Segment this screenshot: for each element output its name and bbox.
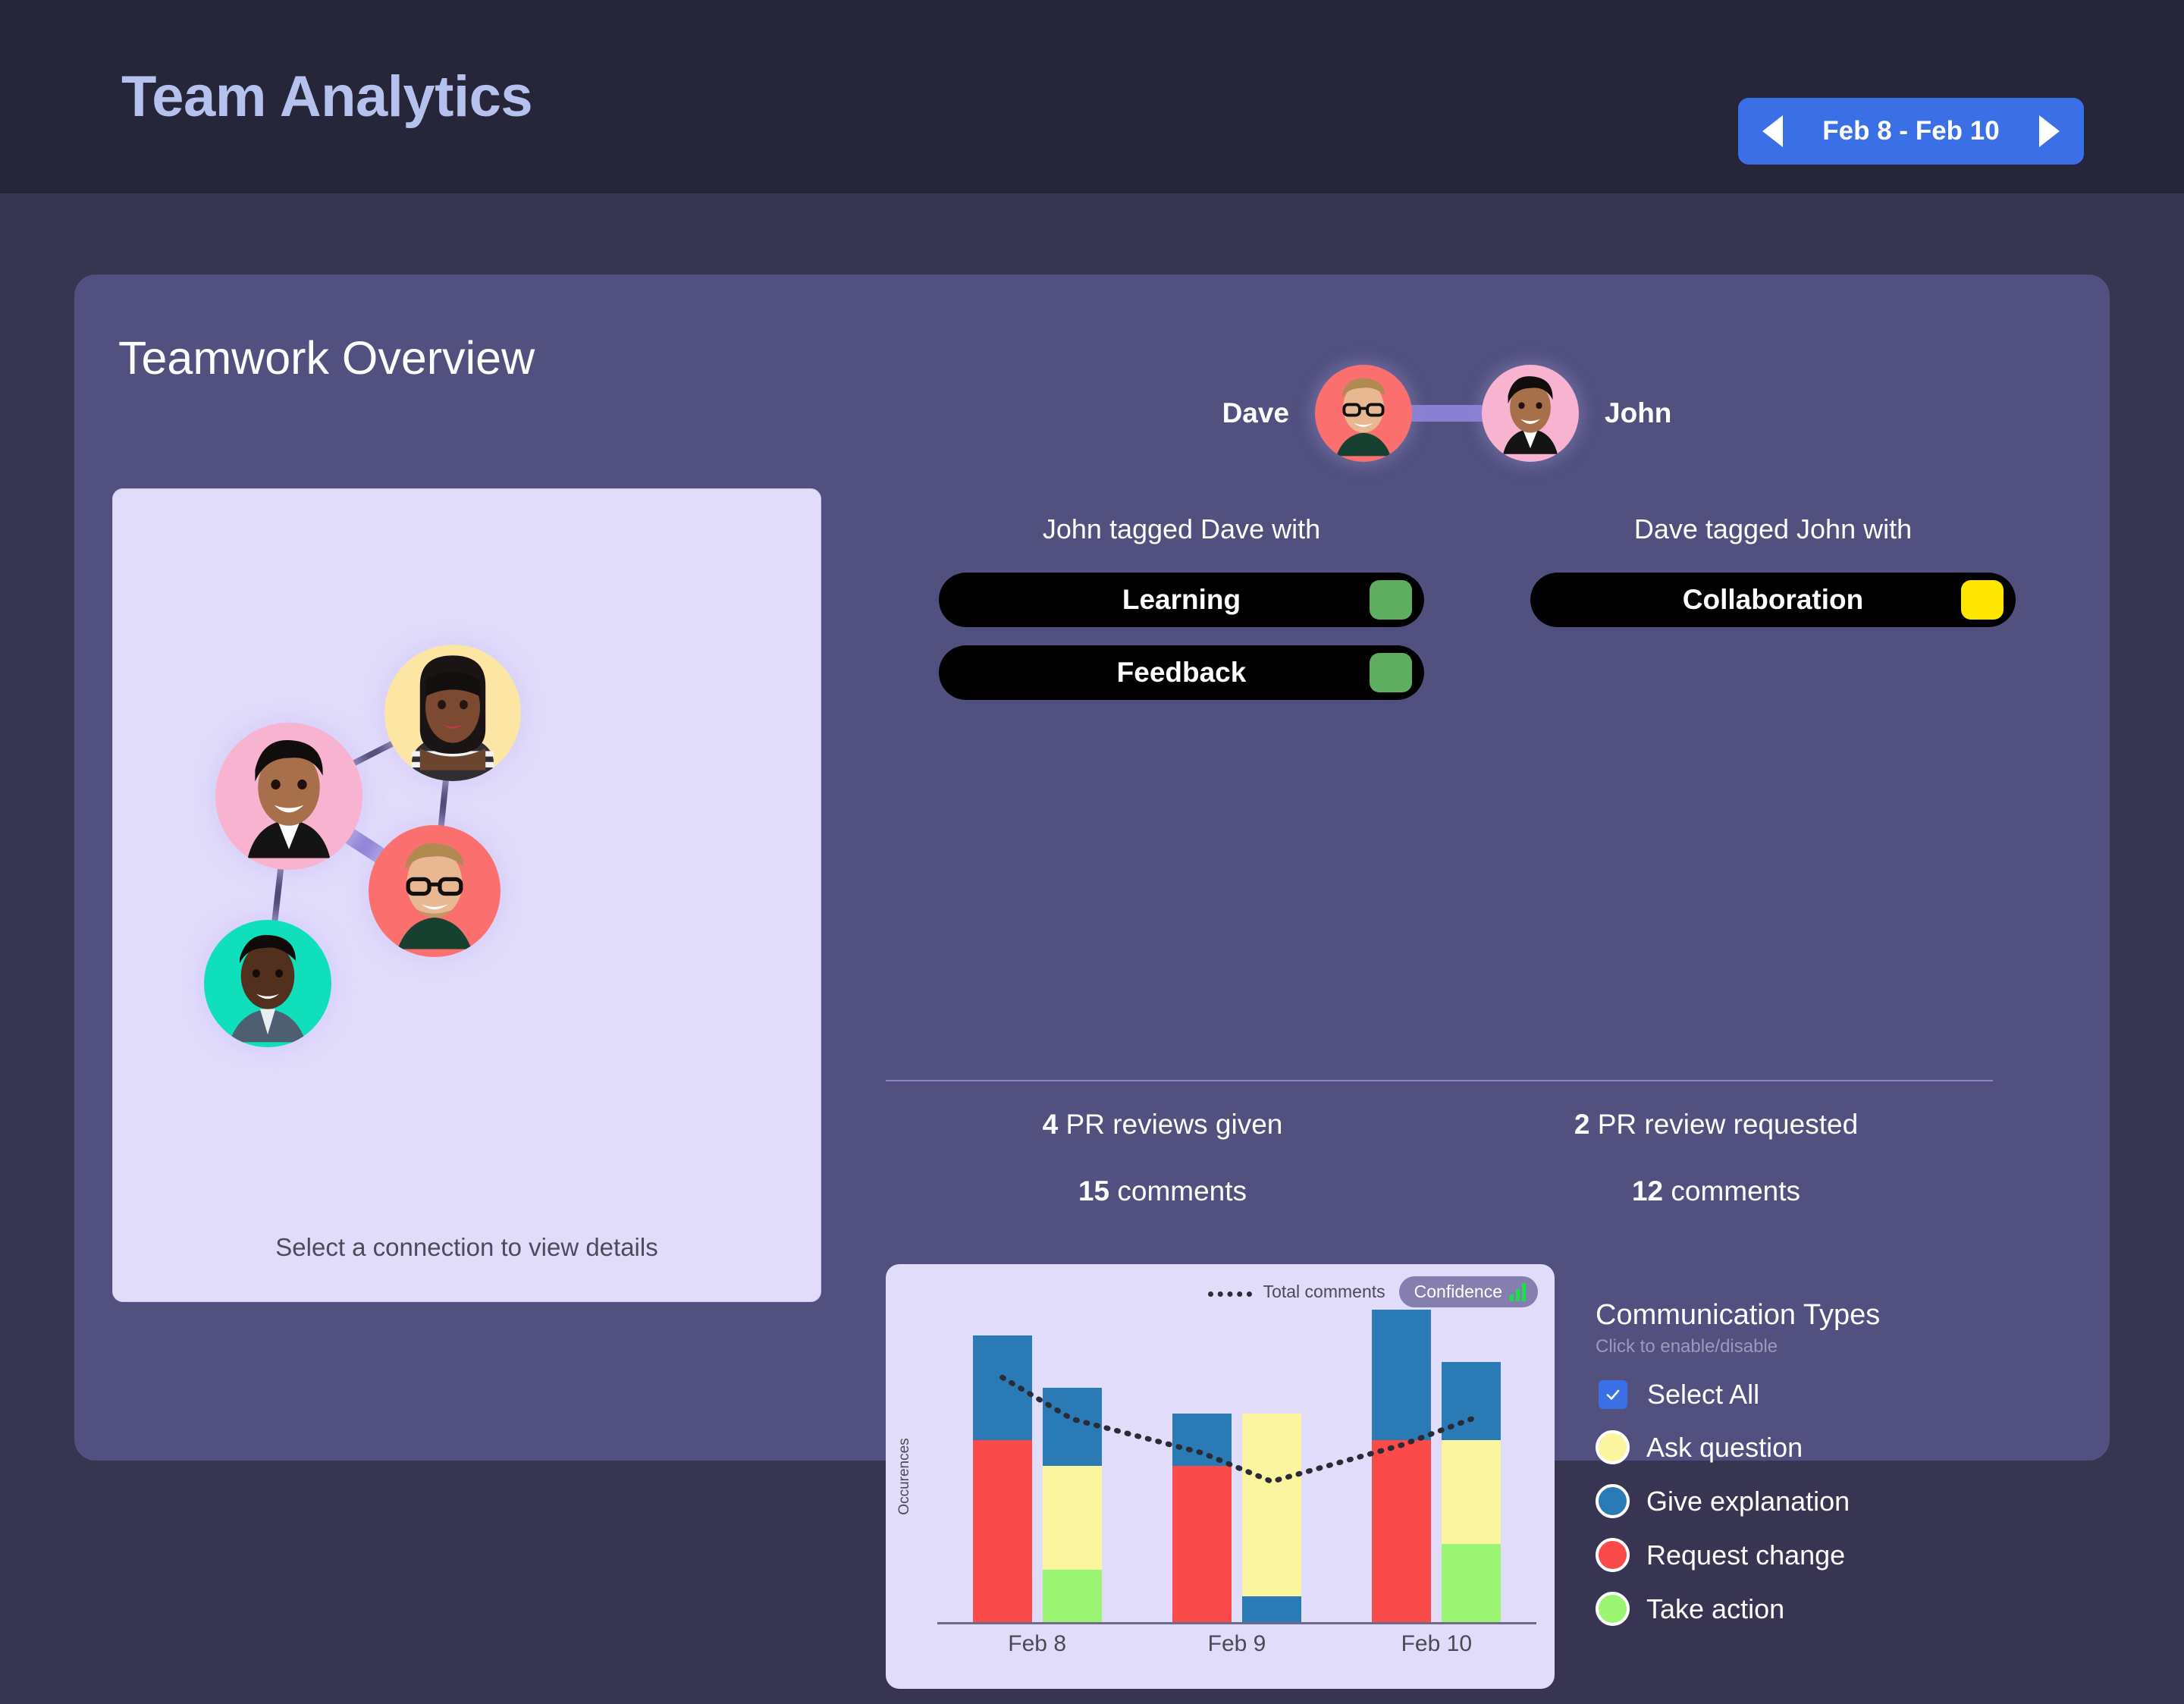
teamwork-overview-card: Teamwork Overview Select a connection to… xyxy=(74,275,2110,1689)
tag-column-left-title: John tagged Dave with xyxy=(1042,513,1321,544)
chart-x-tick-label: Feb 8 xyxy=(1008,1631,1067,1656)
avatar-face-icon xyxy=(229,934,306,1043)
chart-x-tick-label: Feb 9 xyxy=(1207,1631,1266,1656)
stat-text: PR review requested xyxy=(1589,1109,1859,1140)
chart-x-tick-label: Feb 10 xyxy=(1401,1631,1473,1656)
tag-pill[interactable]: Collaboration xyxy=(1530,573,2016,627)
tag-pill[interactable]: Learning xyxy=(939,573,1424,627)
graph-node-avatar[interactable] xyxy=(215,723,362,870)
total-comments-label: Total comments xyxy=(1263,1282,1385,1301)
left-person-avatar[interactable] xyxy=(1315,365,1413,462)
confidence-badge[interactable]: Confidence xyxy=(1398,1276,1538,1307)
communication-types-legend: Communication Types Click to enable/disa… xyxy=(1596,1264,2020,1646)
graph-node-avatar[interactable] xyxy=(369,825,500,957)
chart-x-axis-labels: Feb 8 Feb 9 Feb 10 xyxy=(937,1631,1536,1657)
stat-value: 12 xyxy=(1631,1175,1664,1207)
avatar-face-icon xyxy=(397,843,472,949)
color-dot-icon xyxy=(1596,1538,1630,1572)
comm-item-select-all[interactable]: Select All xyxy=(1596,1379,2020,1411)
date-range-navigator[interactable]: Feb 8 - Feb 10 xyxy=(1738,98,2084,165)
stat-text: comments xyxy=(1109,1175,1247,1207)
section-divider xyxy=(886,1080,1993,1081)
tag-label: Learning xyxy=(1122,584,1241,615)
connection-pair-header: Dave John xyxy=(1166,364,1727,463)
chart-x-axis xyxy=(937,1622,1536,1624)
chart-top-legend: Total comments Confidence xyxy=(1208,1276,1538,1307)
comm-item-give-explanation[interactable]: Give explanation xyxy=(1596,1484,2020,1518)
color-dot-icon xyxy=(1596,1592,1630,1626)
tag-color-swatch xyxy=(1961,580,2004,620)
team-network-graph[interactable]: Select a connection to view details xyxy=(112,488,821,1302)
confidence-label: Confidence xyxy=(1414,1282,1502,1301)
pr-stats: 4 PR reviews given 15 comments 2 PR revi… xyxy=(886,1109,1993,1242)
right-person-avatar[interactable] xyxy=(1482,365,1580,462)
comm-item-label: Select All xyxy=(1647,1379,1760,1410)
avatar-face-icon xyxy=(1336,378,1391,457)
avatar-face-icon xyxy=(247,739,331,858)
avatar-face-icon xyxy=(412,655,494,781)
connection-link-bar[interactable] xyxy=(1409,405,1486,422)
comm-item-request-change[interactable]: Request change xyxy=(1596,1538,2020,1572)
graph-node-avatar[interactable] xyxy=(204,920,331,1047)
stat-text: comments xyxy=(1663,1175,1801,1207)
graph-node-avatar[interactable] xyxy=(384,645,521,781)
stat-value: 4 xyxy=(1042,1109,1059,1140)
color-dot-icon xyxy=(1596,1484,1630,1518)
total-comments-trendline xyxy=(999,1374,1474,1485)
tag-color-swatch xyxy=(1370,580,1412,620)
tag-columns: John tagged Dave with Learning Feedback … xyxy=(886,513,2069,718)
stat-column-left: 4 PR reviews given 15 comments xyxy=(886,1109,1439,1242)
tag-column-right-title: Dave tagged John with xyxy=(1633,513,1913,544)
comm-item-label: Take action xyxy=(1646,1593,1785,1624)
tag-column-left: John tagged Dave with Learning Feedback xyxy=(886,513,1477,718)
tag-color-swatch xyxy=(1370,653,1412,692)
signal-bars-icon xyxy=(1510,1282,1526,1301)
tag-pill[interactable]: Feedback xyxy=(939,645,1424,700)
trendline-path xyxy=(999,1374,1474,1485)
select-all-checkbox[interactable] xyxy=(1599,1380,1627,1409)
stat-value: 2 xyxy=(1574,1109,1590,1140)
comm-item-label: Ask question xyxy=(1646,1431,1803,1463)
comm-item-ask-question[interactable]: Ask question xyxy=(1596,1430,2020,1464)
page-title: Team Analytics xyxy=(121,64,533,129)
right-person-name: John xyxy=(1605,397,1672,428)
total-comments-legend: Total comments xyxy=(1208,1282,1385,1302)
tag-label: Feedback xyxy=(1116,657,1247,688)
connection-detail-panel: Dave John John tagged Dave with Learning… xyxy=(886,320,2069,1689)
occurrences-stacked-bar-chart[interactable]: Total comments Confidence Occurences Feb… xyxy=(886,1264,1555,1689)
chart-section: Total comments Confidence Occurences Feb… xyxy=(886,1264,2069,1704)
stat-line: 4 PR reviews given xyxy=(886,1109,1439,1141)
comm-item-label: Give explanation xyxy=(1646,1485,1850,1517)
chart-y-axis-label: Occurences xyxy=(896,1438,912,1515)
graph-hint-text: Select a connection to view details xyxy=(275,1233,658,1261)
stat-line: 15 comments xyxy=(886,1175,1439,1207)
left-person-name: Dave xyxy=(1222,397,1290,428)
comm-types-title: Communication Types xyxy=(1596,1299,1881,1331)
comm-types-subtitle: Click to enable/disable xyxy=(1596,1336,1778,1357)
stat-value: 15 xyxy=(1078,1175,1110,1207)
color-dot-icon xyxy=(1596,1430,1630,1464)
previous-period-icon[interactable] xyxy=(1762,115,1783,147)
tag-column-right: Dave tagged John with Collaboration xyxy=(1477,513,2069,718)
comm-item-label: Request change xyxy=(1646,1539,1846,1571)
stat-line: 12 comments xyxy=(1439,1175,1993,1207)
stat-text: PR reviews given xyxy=(1058,1109,1283,1140)
card-title: Teamwork Overview xyxy=(118,332,535,384)
check-icon xyxy=(1606,1389,1620,1400)
tag-label: Collaboration xyxy=(1682,584,1864,615)
date-range-label: Feb 8 - Feb 10 xyxy=(1822,116,2000,146)
avatar-face-icon xyxy=(1503,376,1558,454)
stat-line: 2 PR review requested xyxy=(1439,1109,1993,1141)
next-period-icon[interactable] xyxy=(2039,115,2060,147)
dotted-line-icon xyxy=(1208,1291,1253,1298)
comm-item-take-action[interactable]: Take action xyxy=(1596,1592,2020,1626)
stat-column-right: 2 PR review requested 12 comments xyxy=(1439,1109,1993,1242)
